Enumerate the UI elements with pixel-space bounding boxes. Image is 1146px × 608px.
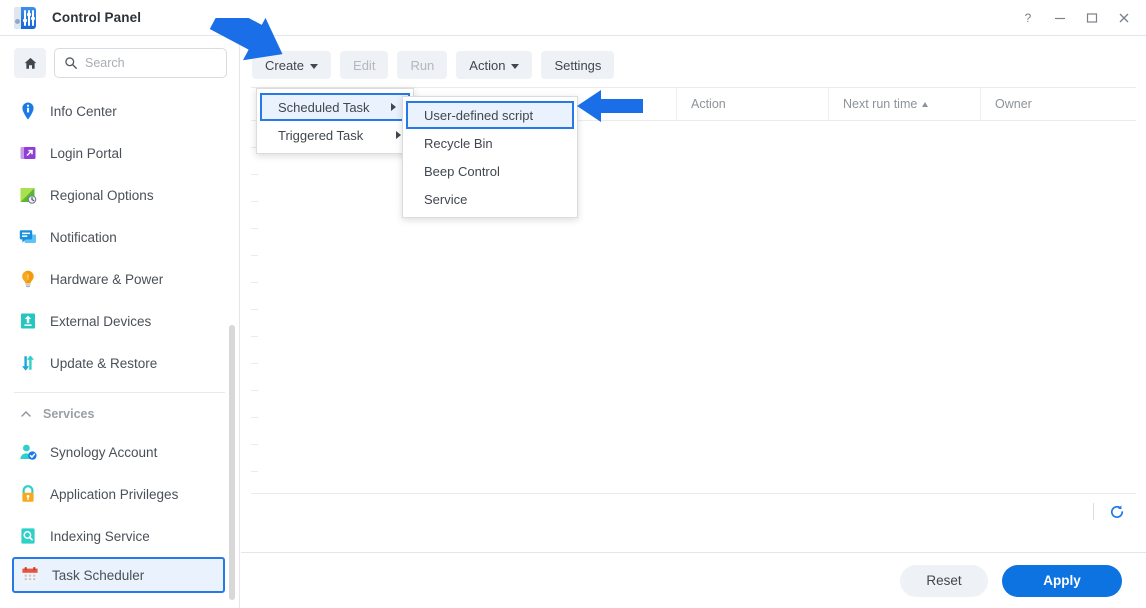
- maximize-button[interactable]: [1076, 2, 1108, 34]
- control-panel-window: Control Panel ?: [0, 0, 1146, 608]
- application-privileges-icon: [18, 484, 38, 504]
- sidebar-item-label: Task Scheduler: [52, 568, 144, 583]
- info-center-icon: [18, 101, 38, 121]
- sidebar-group-label: Services: [43, 407, 94, 421]
- sidebar-item-info-center[interactable]: Info Center: [0, 90, 239, 132]
- menu-item-beep-control[interactable]: Beep Control: [403, 157, 577, 185]
- login-portal-icon: [18, 143, 38, 163]
- sidebar-item-label: Notification: [50, 230, 117, 245]
- title-bar: Control Panel ?: [0, 0, 1146, 36]
- edit-button-label: Edit: [353, 58, 375, 73]
- search-input[interactable]: Search: [54, 48, 227, 78]
- svg-text:?: ?: [1025, 11, 1032, 25]
- sidebar-scrollbar[interactable]: [229, 325, 235, 600]
- action-button[interactable]: Action: [456, 51, 532, 79]
- synology-account-icon: [18, 442, 38, 462]
- chevron-up-icon: [20, 408, 32, 420]
- menu-item-service[interactable]: Service: [403, 185, 577, 213]
- external-devices-icon: [18, 311, 38, 331]
- menu-item-user-defined-script[interactable]: User-defined script: [406, 101, 574, 129]
- column-label: Owner: [995, 97, 1032, 111]
- table-column-next-run-time[interactable]: Next run time: [829, 88, 981, 120]
- sidebar-item-label: Update & Restore: [50, 356, 157, 371]
- chevron-down-icon: [511, 64, 519, 69]
- sidebar-nav-list: Info Center Login Portal: [0, 88, 239, 593]
- action-button-label: Action: [469, 58, 505, 73]
- search-placeholder: Search: [85, 56, 125, 70]
- menu-item-label: Scheduled Task: [278, 100, 370, 115]
- regional-options-icon: [18, 185, 38, 205]
- sort-ascending-icon: [922, 102, 928, 107]
- toolbar: Create Edit Run Action Settings: [241, 36, 1146, 84]
- sidebar-item-indexing-service[interactable]: Indexing Service: [0, 515, 239, 557]
- menu-item-recycle-bin[interactable]: Recycle Bin: [403, 129, 577, 157]
- chevron-right-icon: [396, 131, 401, 139]
- sidebar-item-label: Login Portal: [50, 146, 122, 161]
- settings-button-label: Settings: [554, 58, 601, 73]
- window-controls: ?: [1012, 0, 1140, 36]
- table-column-owner[interactable]: Owner: [981, 88, 1131, 120]
- indexing-service-icon: [18, 526, 38, 546]
- sidebar-item-hardware-power[interactable]: ! Hardware & Power: [0, 258, 239, 300]
- sidebar-item-label: External Devices: [50, 314, 151, 329]
- sidebar: Search Info Center: [0, 36, 240, 608]
- refresh-icon[interactable]: [1104, 500, 1130, 524]
- menu-item-label: Triggered Task: [278, 128, 363, 143]
- help-button[interactable]: ?: [1012, 2, 1044, 34]
- menu-item-triggered-task[interactable]: Triggered Task: [257, 121, 413, 149]
- sidebar-item-synology-account[interactable]: Synology Account: [0, 431, 239, 473]
- home-icon[interactable]: [14, 48, 46, 78]
- sidebar-item-label: Info Center: [50, 104, 117, 119]
- column-label: Next run time: [843, 97, 917, 111]
- edit-button[interactable]: Edit: [340, 51, 388, 79]
- run-button-label: Run: [410, 58, 434, 73]
- menu-item-label: Recycle Bin: [424, 136, 493, 151]
- sidebar-item-external-devices[interactable]: External Devices: [0, 300, 239, 342]
- sidebar-item-label: Synology Account: [50, 445, 157, 460]
- sidebar-item-notification[interactable]: Notification: [0, 216, 239, 258]
- close-button[interactable]: [1108, 2, 1140, 34]
- run-button[interactable]: Run: [397, 51, 447, 79]
- task-table-footer: [251, 493, 1136, 529]
- task-table-body: [251, 121, 1136, 493]
- apply-button[interactable]: Apply: [1002, 565, 1122, 597]
- sidebar-item-label: Regional Options: [50, 188, 154, 203]
- update-restore-icon: [18, 353, 38, 373]
- notification-icon: [18, 227, 38, 247]
- menu-item-label: Beep Control: [424, 164, 500, 179]
- chevron-down-icon: [310, 64, 318, 69]
- sidebar-group-services[interactable]: Services: [0, 397, 239, 431]
- sidebar-divider: [14, 392, 225, 393]
- create-button-label: Create: [265, 58, 304, 73]
- scheduled-task-submenu: User-defined script Recycle Bin Beep Con…: [402, 96, 578, 218]
- sidebar-item-label: Indexing Service: [50, 529, 150, 544]
- reset-button[interactable]: Reset: [900, 565, 988, 597]
- create-dropdown-menu: Scheduled Task Triggered Task: [256, 88, 414, 154]
- create-button[interactable]: Create: [252, 51, 331, 79]
- sidebar-item-update-restore[interactable]: Update & Restore: [0, 342, 239, 384]
- sidebar-search-row: Search: [0, 36, 239, 88]
- sidebar-item-application-privileges[interactable]: Application Privileges: [0, 473, 239, 515]
- task-scheduler-icon: [20, 565, 40, 585]
- search-icon: [64, 56, 78, 70]
- menu-item-label: User-defined script: [424, 108, 533, 123]
- sidebar-item-label: Hardware & Power: [50, 272, 163, 287]
- dialog-footer: Reset Apply: [241, 552, 1146, 608]
- control-panel-icon: [14, 7, 36, 29]
- column-label: Action: [691, 97, 726, 111]
- sidebar-item-regional-options[interactable]: Regional Options: [0, 174, 239, 216]
- footer-separator: [1093, 503, 1094, 520]
- sidebar-item-label: Application Privileges: [50, 487, 178, 502]
- svg-text:!: !: [27, 274, 29, 281]
- sidebar-item-task-scheduler[interactable]: Task Scheduler: [12, 557, 225, 593]
- settings-button[interactable]: Settings: [541, 51, 614, 79]
- window-title: Control Panel: [52, 10, 141, 25]
- menu-item-scheduled-task[interactable]: Scheduled Task: [260, 93, 410, 121]
- chevron-right-icon: [391, 103, 396, 111]
- sidebar-item-login-portal[interactable]: Login Portal: [0, 132, 239, 174]
- hardware-power-icon: !: [18, 269, 38, 289]
- minimize-button[interactable]: [1044, 2, 1076, 34]
- menu-item-label: Service: [424, 192, 467, 207]
- table-column-action[interactable]: Action: [677, 88, 829, 120]
